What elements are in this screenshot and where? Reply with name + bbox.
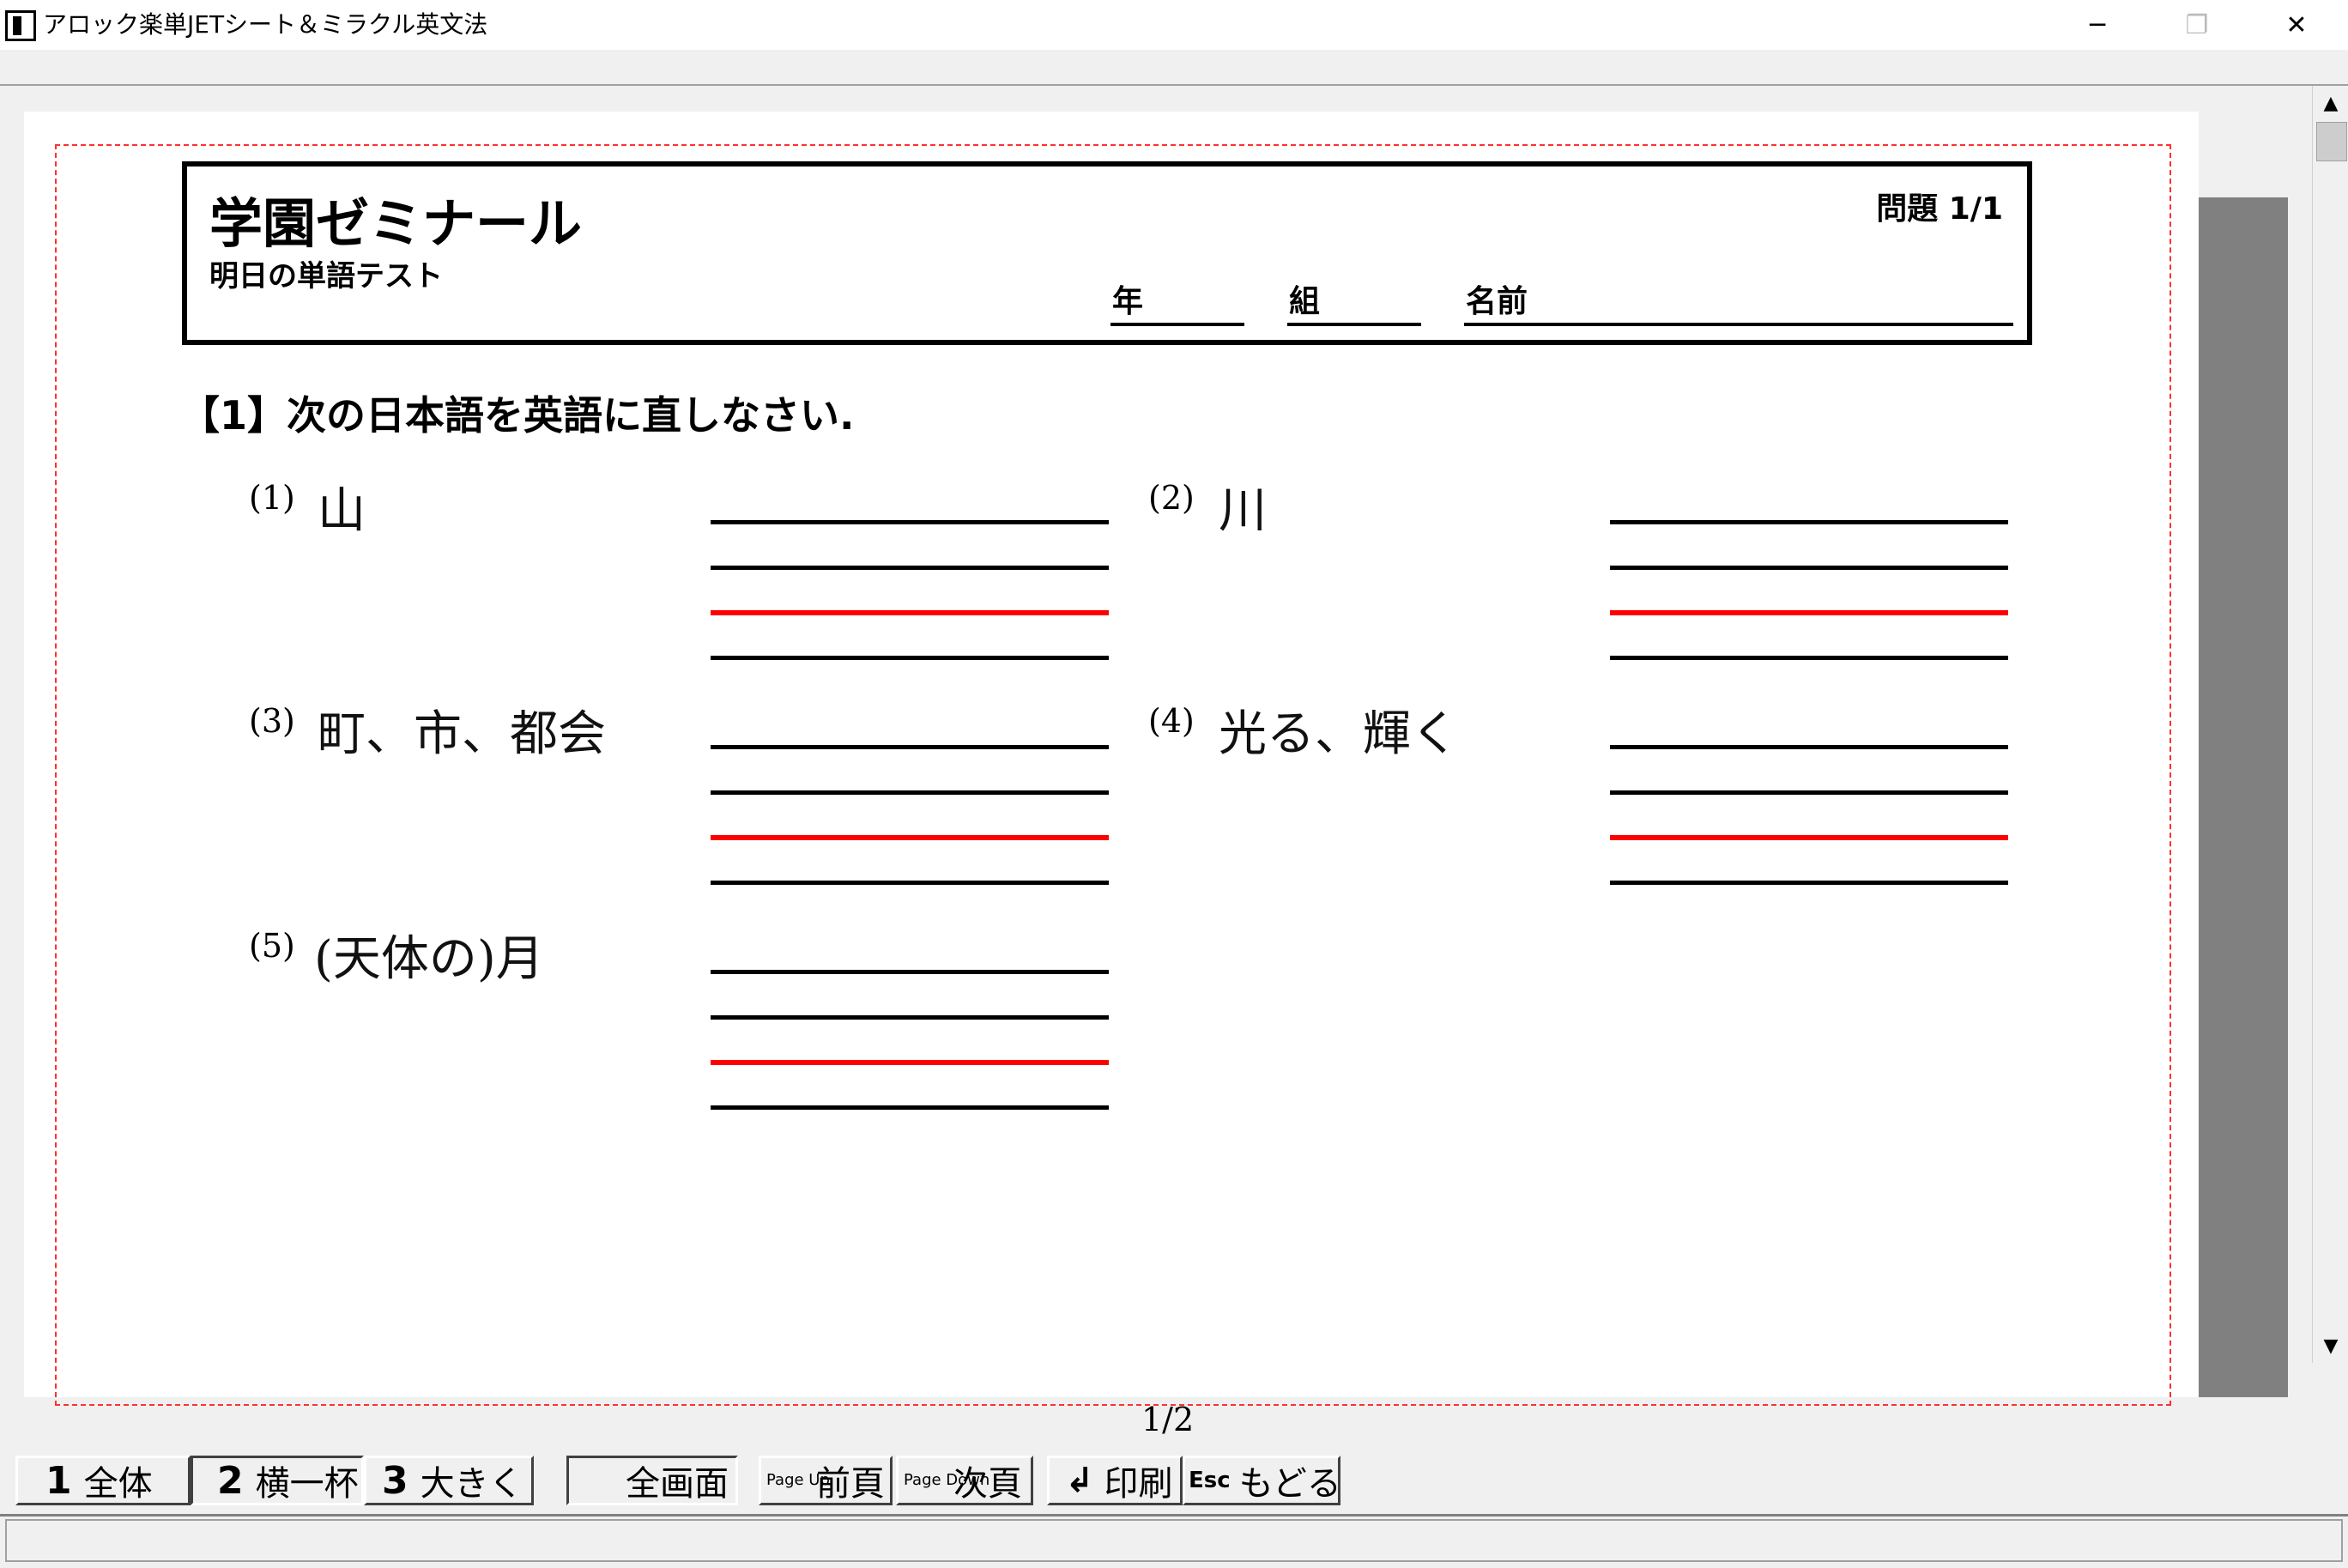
page-down-key: Page Down bbox=[904, 1471, 990, 1489]
question-word: 川 bbox=[1219, 483, 1267, 539]
prev-page-button[interactable]: Page Up 前頁 bbox=[759, 1456, 893, 1505]
class-line bbox=[1287, 323, 1421, 326]
school-name: 学園ゼミナール bbox=[209, 192, 583, 255]
print-button[interactable]: ↲ 印刷 bbox=[1047, 1456, 1183, 1505]
scroll-thumb[interactable] bbox=[2316, 122, 2347, 161]
title-bar: アロック楽単JETシート＆ミラクル英文法 ─ ❐ ✕ bbox=[0, 0, 2348, 50]
question-word: 山 bbox=[318, 483, 366, 539]
view-whole-button[interactable]: 1 全体 bbox=[15, 1456, 191, 1505]
question-number: (1) bbox=[249, 479, 295, 517]
answer-line bbox=[711, 790, 1109, 795]
button-label: 横一杯 bbox=[255, 1464, 359, 1504]
close-button[interactable]: ✕ bbox=[2247, 0, 2346, 50]
button-label: 大きく bbox=[420, 1464, 523, 1504]
question-number: (5) bbox=[249, 927, 295, 965]
window-title: アロック楽単JETシート＆ミラクル英文法 bbox=[43, 10, 488, 39]
question-number: (4) bbox=[1148, 702, 1195, 740]
answer-line bbox=[1610, 881, 2008, 885]
page-shadow-panel bbox=[2199, 197, 2288, 1397]
button-label: 全体 bbox=[83, 1464, 153, 1504]
answer-line bbox=[711, 970, 1109, 974]
question-word: 町、市、都会 bbox=[318, 706, 606, 762]
year-line bbox=[1110, 323, 1244, 326]
page-indicator: 1/2 bbox=[1141, 1401, 1195, 1438]
answer-line bbox=[1610, 656, 2008, 660]
fit-width-button[interactable]: 2 横一杯 bbox=[191, 1456, 364, 1505]
name-label: 名前 bbox=[1466, 284, 1528, 319]
enter-key-icon: ↲ bbox=[1065, 1461, 1094, 1500]
problem-page-number: 問題 1/1 bbox=[1876, 191, 2003, 227]
year-label: 年 bbox=[1112, 284, 1144, 319]
answer-line bbox=[711, 566, 1109, 570]
esc-key: Esc bbox=[1189, 1468, 1231, 1493]
test-name: 明日の単語テスト bbox=[209, 259, 443, 294]
button-label: 次頁 bbox=[953, 1464, 1022, 1504]
status-panel bbox=[5, 1519, 2343, 1562]
shortcut-key: 1 bbox=[45, 1458, 72, 1503]
button-label: もどる bbox=[1238, 1464, 1341, 1504]
answer-line bbox=[1610, 566, 2008, 570]
button-label: 前頁 bbox=[816, 1464, 885, 1504]
shortcut-key: 3 bbox=[382, 1458, 408, 1503]
answer-line bbox=[1610, 520, 2008, 524]
fullscreen-button[interactable]: 全画面 bbox=[566, 1456, 738, 1505]
button-label: 印刷 bbox=[1104, 1464, 1173, 1504]
enlarge-button[interactable]: 3 大きく bbox=[364, 1456, 534, 1505]
answer-line bbox=[711, 745, 1109, 749]
question-number: (3) bbox=[249, 702, 295, 740]
answer-line bbox=[711, 656, 1109, 660]
answer-baseline-red bbox=[711, 610, 1109, 615]
button-label: 全画面 bbox=[626, 1464, 729, 1504]
instruction-text: 【1】次の日本語を英語に直しなさい. bbox=[180, 392, 855, 439]
question-number: (2) bbox=[1148, 479, 1195, 517]
answer-line bbox=[711, 1105, 1109, 1110]
question-word: (天体の)月 bbox=[314, 931, 544, 987]
answer-line bbox=[711, 520, 1109, 524]
answer-baseline-red bbox=[1610, 835, 2008, 840]
answer-line bbox=[711, 881, 1109, 885]
name-line bbox=[1464, 323, 2013, 326]
maximize-button[interactable]: ❐ bbox=[2147, 0, 2247, 50]
answer-baseline-red bbox=[711, 835, 1109, 840]
answer-line bbox=[711, 1015, 1109, 1020]
shortcut-key: 2 bbox=[217, 1458, 244, 1503]
scroll-down-icon[interactable]: ▼ bbox=[2313, 1329, 2348, 1363]
answer-line bbox=[1610, 745, 2008, 749]
minimize-button[interactable]: ─ bbox=[2048, 0, 2147, 50]
next-page-button[interactable]: Page Down 次頁 bbox=[896, 1456, 1033, 1505]
menu-strip bbox=[0, 50, 2348, 86]
answer-baseline-red bbox=[1610, 610, 2008, 615]
question-word: 光る、輝く bbox=[1219, 706, 1459, 762]
class-label: 組 bbox=[1289, 284, 1321, 319]
page-up-key: Page Up bbox=[766, 1471, 830, 1489]
vertical-scrollbar[interactable]: ▲ ▼ bbox=[2312, 86, 2348, 1363]
app-icon[interactable] bbox=[5, 10, 36, 41]
answer-baseline-red bbox=[711, 1060, 1109, 1065]
answer-line bbox=[1610, 790, 2008, 795]
scroll-up-icon[interactable]: ▲ bbox=[2313, 86, 2348, 120]
back-button[interactable]: Esc もどる bbox=[1183, 1456, 1341, 1505]
sheet-header: 学園ゼミナール 明日の単語テスト 問題 1/1 年 組 名前 bbox=[182, 161, 2032, 345]
